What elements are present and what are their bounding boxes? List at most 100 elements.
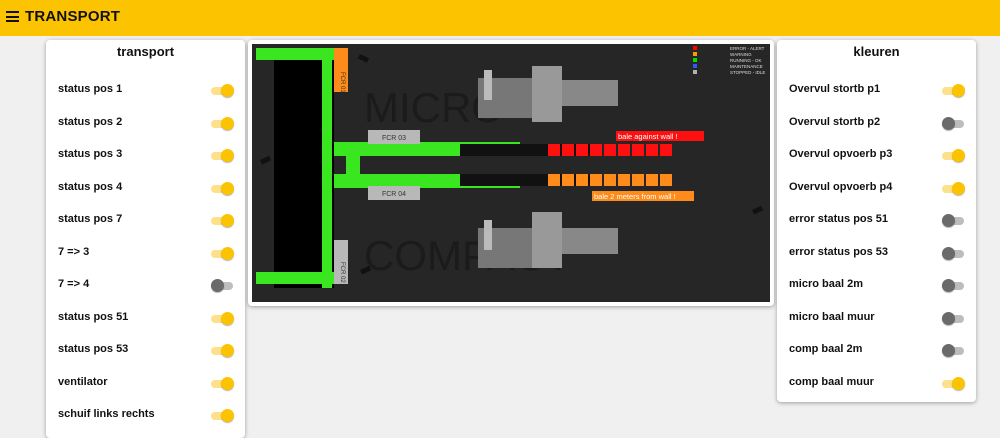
kleuren-toggle-switch[interactable] [942,246,964,261]
transport-row-label: status pos 7 [58,213,123,225]
kleuren-row-label: Overvul stortb p1 [789,83,881,95]
bale-orange [660,174,672,186]
kleuren-row: comp baal muur [777,373,976,393]
bale-orange [604,174,616,186]
bale-orange [632,174,644,186]
transport-row-label: 7 => 3 [58,245,90,258]
top-app-bar: TRANSPORT [0,0,1000,36]
transport-toggle-switch[interactable] [211,376,234,391]
transport-row-label: 7 => 4 [58,278,90,290]
transport-row-label: status pos 53 [58,343,129,355]
kleuren-toggle-switch[interactable] [942,344,964,358]
press-bottom-chamber[interactable] [532,212,562,268]
transport-row-label: status pos 1 [58,83,123,95]
fcr04-label: FCR 04 [382,191,406,198]
transport-toggle-switch[interactable] [211,311,234,326]
press-top-motor [484,70,492,100]
transport-row: schuif links rechts [46,405,245,425]
transport-card-title: transport [116,44,175,59]
kleuren-row: error status pos 51 [777,210,976,230]
transport-row-label: status pos 4 [58,180,123,193]
kleuren-toggle-switch[interactable] [942,376,965,391]
bale-red [646,144,658,156]
bale-red [562,144,574,156]
camera-icon[interactable] [752,205,764,215]
kleuren-row: Overvul opvoerb p3 [777,145,976,165]
kleuren-row-label: micro baal muur [789,310,875,323]
transport-row-label: status pos 51 [58,310,129,323]
bale-orange [576,174,588,186]
kleuren-toggle-switch[interactable] [942,84,965,98]
transport-row-label: status pos 2 [58,115,123,128]
kleuren-row: micro baal 2m [777,275,976,295]
kleuren-row-label: error status pos 53 [789,245,889,258]
legend-swatch-maintenance [693,64,697,68]
transport-toggle-switch[interactable] [211,409,234,423]
kleuren-row: Overvul stortb p1 [777,80,976,100]
transport-row: 7 => 4 [46,275,245,295]
kleuren-row: Overvul opvoerb p4 [777,178,976,198]
transport-row: status pos 1 [46,80,245,100]
legend-maintenance: MAINTENANCE [730,64,763,69]
transport-row: status pos 4 [46,178,245,198]
bale-red [660,144,672,156]
bale-red [604,144,616,156]
transport-toggle-switch[interactable] [211,84,234,98]
bale-red [548,144,560,156]
diverter-unit[interactable] [346,156,360,174]
plant-schematic-svg: FCR 01 FCR 02 FCR 03 FCR 04 MICRO COMPAC… [256,46,765,288]
transport-row-label: ventilator [58,375,108,388]
bale-orange [548,174,560,186]
transport-row-label: status pos 3 [58,148,123,160]
kleuren-card: kleuren Overvul stortb p1 Overvul stortb … [777,40,976,402]
transport-row: status pos 53 [46,340,245,360]
plant-diagram: FCR 01 FCR 02 FCR 03 FCR 04 MICRO COMPAC… [252,44,770,302]
transport-row: status pos 51 [46,308,245,328]
bale-red [632,144,644,156]
conveyor-main-vertical[interactable] [322,48,332,288]
legend-warning: WARNING [730,52,752,57]
alert-top-text: bale against wall ! [618,132,678,141]
transport-toggle-switch[interactable] [211,181,234,196]
transport-toggle-switch[interactable] [211,214,234,228]
kleuren-toggle-switch[interactable] [942,214,964,228]
bale-orange [562,174,574,186]
kleuren-toggle-switch[interactable] [942,181,965,196]
transport-toggle-switch[interactable] [211,149,234,163]
camera-icon[interactable] [357,54,370,63]
kleuren-row: error status pos 53 [777,243,976,263]
bale-orange [590,174,602,186]
hamburger-menu-icon[interactable] [6,11,19,22]
transport-row-label: schuif links rechts [58,408,155,420]
transport-toggle-switch[interactable] [211,116,234,131]
kleuren-card-title: kleuren [853,44,900,59]
fcr02-label: FCR 02 [339,262,345,283]
alert-bottom-text: bale 2 meters from wall ! [594,192,676,201]
legend-alert: ERROR - ALERT [730,46,765,51]
legend-idle: STOPPED - IDLE [730,70,765,75]
kleuren-toggle-switch[interactable] [942,311,964,326]
press-bottom-ram[interactable] [562,228,618,254]
bale-orange [646,174,658,186]
bale-orange [618,174,630,186]
transport-toggle-switch[interactable] [211,279,233,293]
legend-running: RUNNING - OK [730,58,762,63]
bale-red [576,144,588,156]
transport-toggle-switch[interactable] [211,246,234,261]
transport-row: status pos 2 [46,113,245,133]
press-top-chamber[interactable] [532,66,562,122]
transport-toggle-switch[interactable] [211,344,234,358]
conveyor-fcr02-horizontal[interactable] [256,272,336,284]
bale-red [618,144,630,156]
legend-swatch-alert [693,46,697,50]
kleuren-toggle-switch[interactable] [942,279,964,293]
legend-swatch-running [693,58,697,62]
press-top-ram[interactable] [562,80,618,106]
kleuren-toggle-switch[interactable] [942,116,964,131]
kleuren-toggle-switch[interactable] [942,149,965,163]
press-bottom-motor [484,220,492,250]
kleuren-row-label: micro baal 2m [789,278,863,290]
kleuren-row-label: comp baal muur [789,375,874,388]
camera-icon[interactable] [260,155,272,165]
kleuren-row-label: error status pos 51 [789,213,889,225]
